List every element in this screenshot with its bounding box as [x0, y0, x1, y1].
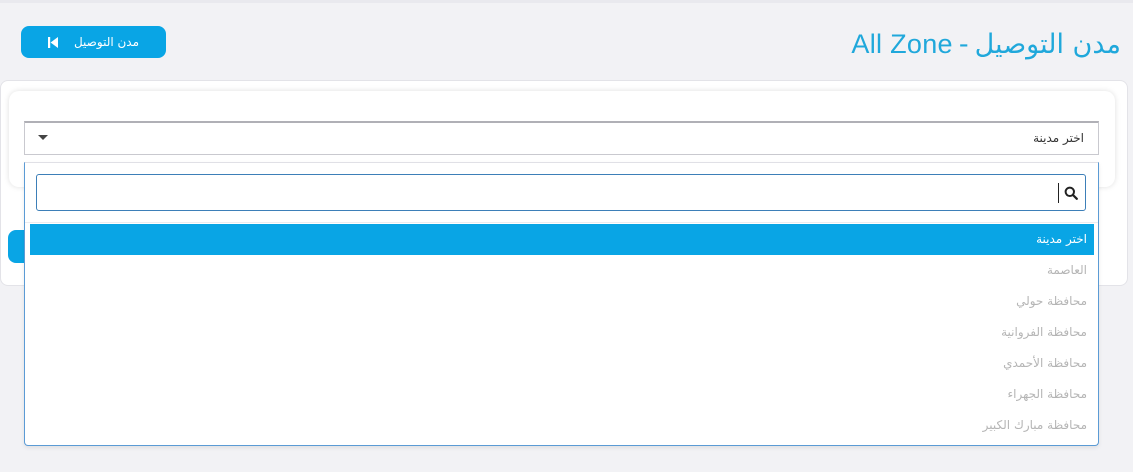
caret-down-icon[interactable]	[38, 135, 48, 140]
city-option-jahra[interactable]: محافظة الجهراء	[30, 379, 1094, 410]
city-search-input[interactable]	[37, 175, 1057, 210]
text-cursor	[1058, 183, 1059, 203]
city-option-ahmadi[interactable]: محافظة الأحمدي	[30, 348, 1094, 379]
page-title-section: مدن التوصيل	[974, 29, 1121, 60]
back-to-delivery-cities-button[interactable]: مدن التوصيل	[21, 26, 166, 58]
city-select-value: اختر مدينة	[1033, 131, 1084, 145]
city-option-hawalli[interactable]: محافظة حولي	[30, 286, 1094, 317]
city-dropdown: اختر مدينة العاصمة محافظة حولي محافظة ال…	[24, 162, 1099, 446]
city-option-farwaniya[interactable]: محافظة الفروانية	[30, 317, 1094, 348]
page-title-separator: -	[958, 29, 969, 60]
city-option-capital[interactable]: العاصمة	[30, 255, 1094, 286]
page-title: All Zone - مدن التوصيل	[851, 26, 1121, 62]
top-divider	[0, 0, 1133, 3]
page-title-zone: All Zone	[851, 29, 953, 59]
back-button-label: مدن التوصيل	[73, 35, 140, 49]
search-icon[interactable]	[1064, 185, 1078, 200]
city-search-box[interactable]	[36, 174, 1086, 211]
skip-back-icon	[47, 36, 58, 48]
dropdown-divider	[25, 222, 1098, 223]
city-options-list: اختر مدينة العاصمة محافظة حولي محافظة ال…	[30, 224, 1094, 441]
city-option-placeholder[interactable]: اختر مدينة	[30, 224, 1094, 255]
city-select[interactable]: اختر مدينة	[24, 121, 1099, 155]
city-option-mubarak-al-kabeer[interactable]: محافظة مبارك الكبير	[30, 410, 1094, 441]
